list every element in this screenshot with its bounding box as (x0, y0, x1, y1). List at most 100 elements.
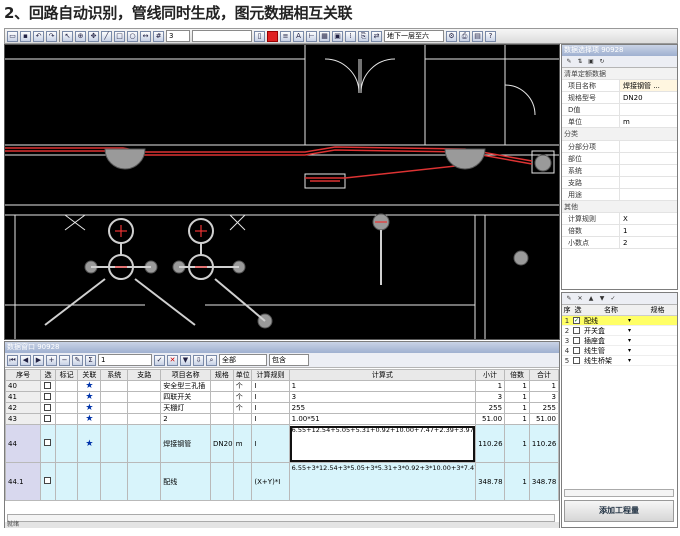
prop-value[interactable] (620, 165, 677, 176)
row-mark[interactable] (54, 462, 79, 501)
component-checkbox[interactable] (573, 337, 580, 344)
row-system[interactable] (100, 402, 129, 414)
row-formula[interactable]: 1.00*51 (288, 413, 477, 425)
component-checkbox[interactable] (573, 357, 580, 364)
header-cell[interactable]: 系统 (100, 369, 129, 381)
prop-row[interactable]: 支路 (562, 176, 677, 189)
component-scrollbar[interactable] (564, 489, 674, 497)
row-checkbox[interactable] (44, 392, 52, 400)
prop-row[interactable]: 单位 m (562, 116, 677, 129)
row-system[interactable] (100, 424, 129, 463)
calc-icon[interactable]: Σ (85, 354, 96, 366)
row-unit[interactable]: 个 (232, 402, 253, 414)
row-system[interactable] (100, 413, 129, 425)
star-icon[interactable]: ★ (85, 439, 93, 449)
row-rule[interactable]: I (251, 402, 290, 414)
lock-icon[interactable]: ▯ (254, 30, 265, 42)
open-icon[interactable]: ▭ (7, 30, 18, 42)
header-cell[interactable]: 规格 (210, 369, 234, 381)
prop-row[interactable]: 部位 (562, 152, 677, 165)
header-cell[interactable]: 支路 (127, 369, 162, 381)
row-select-cell[interactable] (40, 391, 56, 403)
find-icon[interactable]: ⌕ (206, 354, 217, 366)
row-rule[interactable]: I (251, 380, 290, 392)
prop-row[interactable]: 项目名称 焊接钢管 ... (562, 80, 677, 93)
row-unit[interactable]: 个 (232, 391, 253, 403)
row-rule[interactable]: (X+Y)*I (251, 462, 290, 501)
row-formula[interactable]: 6.55+3*12.54+3*5.05+3*5.31+3*0.92+3*10.0… (288, 462, 477, 501)
down-icon[interactable]: ▼ (598, 295, 606, 303)
block-icon[interactable]: ▣ (332, 30, 343, 42)
filter-contains-select[interactable]: 包含 (269, 354, 309, 366)
delete-icon[interactable]: ✕ (576, 295, 584, 303)
row-formula[interactable]: 6.55+12.54+5.05+5.31+0.92+10.00+7.47+2.3… (288, 424, 477, 463)
grid-icon[interactable]: # (153, 30, 164, 42)
row-formula[interactable]: 1 (288, 380, 477, 392)
redo-icon[interactable]: ↷ (46, 30, 57, 42)
row-spec[interactable] (210, 391, 234, 403)
prop-value[interactable]: X (620, 213, 677, 224)
row-branch[interactable] (127, 462, 162, 501)
row-spec[interactable]: DN20 (210, 424, 234, 463)
select-icon[interactable]: ↖ (62, 30, 73, 42)
prop-value[interactable] (620, 141, 677, 152)
prop-value[interactable]: m (620, 116, 677, 127)
header-cell[interactable]: 合计 (528, 369, 560, 381)
row-checkbox[interactable] (44, 439, 52, 446)
row-select-cell[interactable] (40, 462, 56, 501)
first-icon[interactable]: ⏮ (7, 354, 18, 366)
component-checkbox[interactable]: ✓ (573, 317, 580, 324)
header-cell[interactable]: 序号 (4, 369, 42, 381)
header-cell[interactable]: 计算规则 (251, 369, 290, 381)
row-checkbox[interactable] (44, 414, 52, 422)
row-formula[interactable]: 255 (288, 402, 477, 414)
settings-icon[interactable]: ⚙ (446, 30, 457, 42)
text-icon[interactable]: A (293, 30, 304, 42)
row-spec[interactable] (210, 462, 234, 501)
row-item-name[interactable]: 焊接钢管 (160, 424, 211, 463)
row-mark[interactable] (54, 402, 79, 414)
prop-row[interactable]: 系统 (562, 164, 677, 177)
pin-icon[interactable]: ▣ (587, 58, 595, 66)
row-unit[interactable]: m (232, 424, 253, 463)
layer-input[interactable]: 3 (166, 30, 190, 42)
move-icon[interactable]: ⇄ (371, 30, 382, 42)
row-link-cell[interactable]: ★ (77, 413, 102, 425)
row-select-cell[interactable] (40, 402, 56, 414)
star-icon[interactable]: ★ (85, 415, 93, 424)
table-row[interactable]: 44.1 配线 (X+Y)*I 6.55+3*12.54+3*5.05+3*5.31+… (4, 462, 560, 501)
header-cell[interactable]: 标记 (54, 369, 79, 381)
star-icon[interactable]: ★ (85, 404, 93, 413)
table-row[interactable]: 43 ★ 2 I 1.00*51 51.00 1 51.00 (4, 413, 560, 425)
row-branch[interactable] (127, 380, 162, 392)
header-cell[interactable]: 小计 (475, 369, 506, 381)
sort-icon[interactable]: ✎ (565, 58, 573, 66)
linetype-icon[interactable]: ≡ (280, 30, 291, 42)
header-cell[interactable]: 项目名称 (160, 369, 211, 381)
check-all-icon[interactable]: ✓ (609, 295, 617, 303)
prop-value[interactable] (620, 177, 677, 188)
filter-icon[interactable]: ▼ (180, 354, 191, 366)
row-multiplier[interactable]: 1 (504, 402, 530, 414)
row-branch[interactable] (127, 413, 162, 425)
row-item-name[interactable]: 安全型三孔插 (160, 380, 211, 392)
row-multiplier[interactable]: 1 (504, 424, 530, 463)
row-mark[interactable] (54, 391, 79, 403)
row-checkbox[interactable] (44, 477, 52, 484)
row-link-cell[interactable]: ★ (77, 424, 102, 463)
row-rule[interactable]: I (251, 424, 290, 463)
row-item-name[interactable]: 2 (160, 413, 211, 425)
prop-value[interactable]: 焊接钢管 ... (620, 80, 677, 92)
export-icon[interactable]: ⇩ (193, 354, 204, 366)
row-mark[interactable] (54, 413, 79, 425)
floor-select[interactable]: 地下一层至六 (384, 30, 444, 42)
prop-row[interactable]: 规格型号 DN20 (562, 92, 677, 105)
row-multiplier[interactable]: 1 (504, 462, 530, 501)
prop-value[interactable]: 1 (620, 225, 677, 236)
measure-icon[interactable]: ↔ (140, 30, 151, 42)
prop-group[interactable]: 其他 (562, 201, 677, 214)
edit-icon[interactable]: ✎ (72, 354, 83, 366)
row-link-cell[interactable]: ★ (77, 402, 102, 414)
row-rule[interactable]: I (251, 391, 290, 403)
component-row[interactable]: 2 开关盒 ▾ (562, 326, 677, 336)
